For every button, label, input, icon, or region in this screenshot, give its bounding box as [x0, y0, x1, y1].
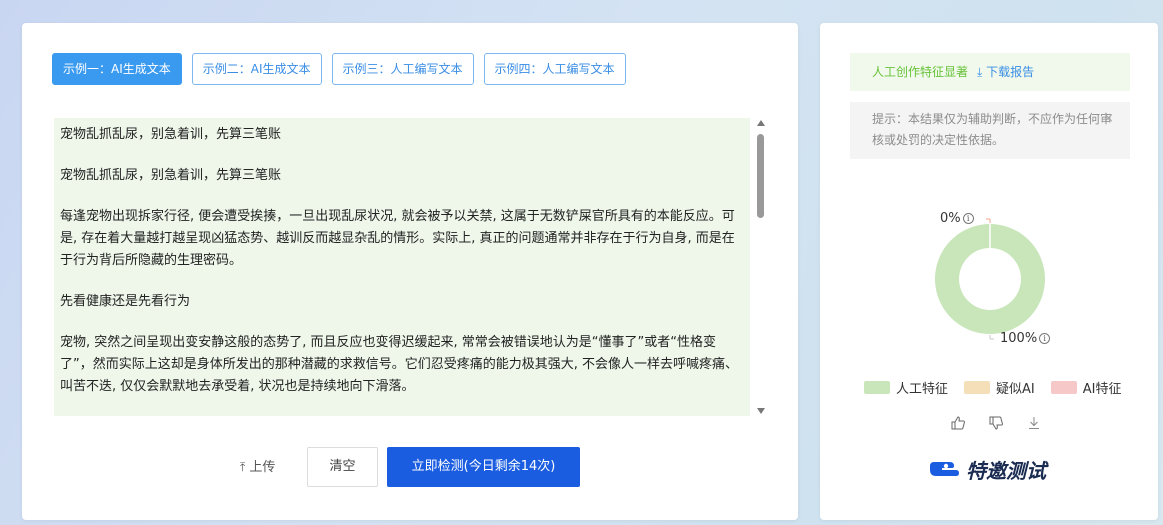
label-bottom-value: 100% [1000, 331, 1038, 346]
legend-label: 疑似AI [996, 382, 1035, 397]
upload-icon: ⤒ [240, 460, 246, 474]
legend-label: AI特征 [1082, 382, 1122, 397]
result-chart: 0% i 100% i [820, 23, 1158, 423]
legend-item-human[interactable]: 人工特征 [864, 378, 948, 397]
thumbs-down-icon[interactable] [989, 415, 1005, 431]
text-paragraph: 宠物乱抓乱尿，别急着训，先算三笔账 [60, 127, 282, 142]
info-icon[interactable]: i [962, 213, 974, 224]
label-top-value: 0% [940, 211, 961, 226]
result-panel: 人工创作特征显著 ⤓ 下载报告 提示：本结果仅为辅助判断，不应作为任何审核或处罚… [820, 23, 1158, 520]
chart-legend: 人工特征 疑似AI AI特征 [864, 378, 1121, 397]
download-icon[interactable] [1027, 415, 1043, 431]
text-scrollbar[interactable] [755, 118, 767, 416]
legend-label: 人工特征 [896, 382, 949, 397]
legend-item-suspected-ai[interactable]: 疑似AI [964, 378, 1035, 397]
scroll-up-arrow-icon[interactable] [757, 120, 765, 126]
text-paragraph: 宠物, 突然之间呈现出变安静这般的态势了, 而且反应也变得迟缓起来, 常常会被错… [60, 335, 739, 394]
legend-swatch [964, 381, 991, 394]
tab-example-1[interactable]: 示例一：AI生成文本 [52, 53, 182, 85]
brand-hand-icon [930, 461, 959, 476]
thumbs-up-icon[interactable] [951, 415, 967, 431]
legend-item-ai[interactable]: AI特征 [1050, 378, 1122, 397]
brand-logo: 特邀测试 [928, 455, 1046, 484]
feedback-bar [951, 415, 1043, 431]
input-panel: 示例一：AI生成文本 示例二：AI生成文本 示例三：人工编写文本 示例四：人工编… [22, 23, 798, 520]
donut-chart [934, 218, 1045, 340]
action-bar: ⤒ 上传 清空 立即检测(今日剩余14次) [22, 447, 798, 487]
label-top: 0% i [940, 211, 974, 226]
info-icon[interactable]: i [1039, 333, 1051, 344]
text-paragraph: 宠物乱抓乱尿，别急着训，先算三笔账 [60, 168, 282, 183]
brand-label: 特邀测试 [966, 459, 1046, 483]
upload-button[interactable]: ⤒ 上传 [240, 447, 275, 487]
example-tabs: 示例一：AI生成文本 示例二：AI生成文本 示例三：人工编写文本 示例四：人工编… [52, 53, 626, 85]
tab-example-4[interactable]: 示例四：人工编写文本 [483, 53, 626, 85]
text-paragraph: 每逢宠物出现拆家行径, 便会遭受挨揍，一旦出现乱尿状况, 就会被予以关禁, 这属… [60, 209, 735, 268]
legend-swatch [864, 381, 890, 394]
label-bottom: 100% i [1000, 331, 1051, 346]
upload-label: 上传 [249, 460, 276, 475]
clear-button[interactable]: 清空 [307, 447, 378, 487]
tab-example-2[interactable]: 示例二：AI生成文本 [191, 53, 322, 85]
detect-button[interactable]: 立即检测(今日剩余14次) [387, 447, 580, 487]
tab-example-3[interactable]: 示例三：人工编写文本 [331, 53, 474, 85]
text-input-area[interactable]: 宠物乱抓乱尿，别急着训，先算三笔账 宠物乱抓乱尿，别急着训，先算三笔账 每逢宠物… [54, 118, 750, 416]
scroll-thumb[interactable] [757, 134, 764, 218]
text-paragraph: 先看健康还是先看行为 [60, 294, 191, 309]
scroll-down-arrow-icon[interactable] [757, 408, 765, 414]
legend-swatch [1050, 381, 1077, 394]
